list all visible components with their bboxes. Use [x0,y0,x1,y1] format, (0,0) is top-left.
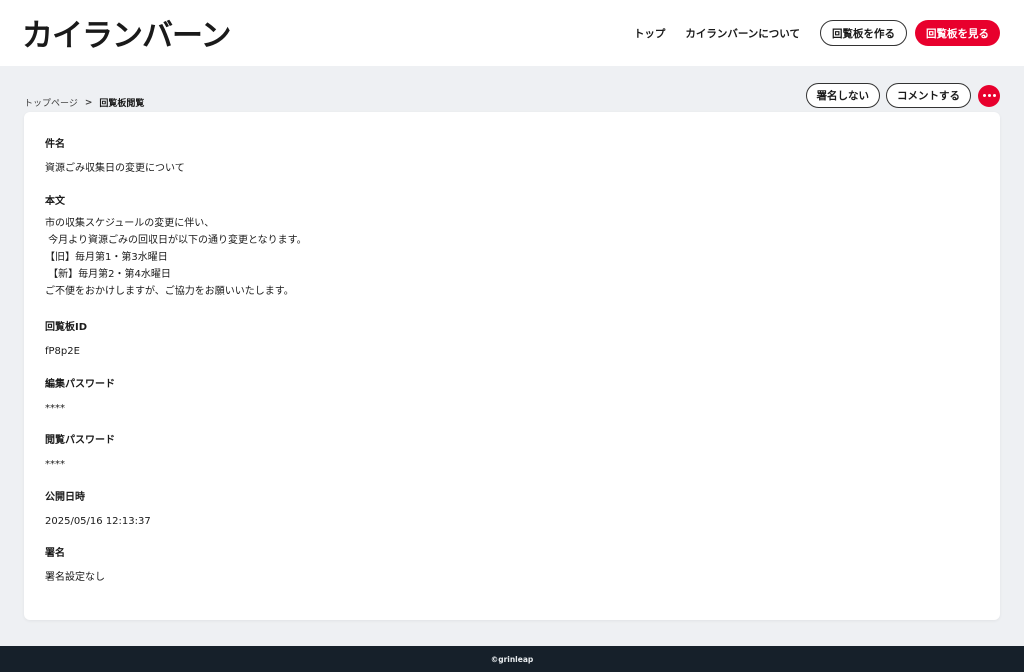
copyright-text: ©grinleap [490,654,534,664]
site-header: カイランバーン トップ カイランバーンについて 回覧板を作る 回覧板を見る [0,0,1024,66]
field-view-password: 閲覧パスワード **** [45,431,115,473]
field-value: fP8p2E [45,346,80,357]
no-sign-button[interactable]: 署名しない [805,83,880,108]
breadcrumb: トップページ > 回覧板閲覧 [24,96,145,110]
field-value: **** [45,459,65,470]
dot [992,94,996,97]
field-value: **** [45,403,65,414]
view-board-button[interactable]: 回覧板を見る [915,20,1000,46]
breadcrumb-home-link[interactable]: トップページ [24,96,78,109]
create-board-button[interactable]: 回覧板を作る [820,20,907,46]
field-signature: 署名 署名設定なし [45,544,105,586]
field-subject: 件名 資源ごみ収集日の変更について [45,135,185,177]
field-board-id: 回覧板ID fP8p2E [45,318,87,360]
field-label: 本文 [45,196,65,207]
breadcrumb-separator: > [84,97,93,108]
nav-link-top[interactable]: トップ [634,26,666,41]
field-label: 公開日時 [45,492,85,503]
field-value: 署名設定なし [45,572,105,583]
field-value: 2025/05/16 12:13:37 [45,516,151,527]
field-published-at: 公開日時 2025/05/16 12:13:37 [45,488,151,530]
field-edit-password: 編集パスワード **** [45,375,115,417]
comment-button[interactable]: コメントする [886,83,971,108]
dot [982,94,986,97]
board-actions: 署名しない コメントする [800,83,1000,108]
field-value: 市の収集スケジュールの変更に伴い、 今月より資源ごみの回収日が以下の通り変更とな… [45,218,307,297]
field-body: 本文 市の収集スケジュールの変更に伴い、 今月より資源ごみの回収日が以下の通り変… [45,192,307,300]
field-label: 署名 [45,548,65,559]
board-detail-card: 件名 資源ごみ収集日の変更について 本文 市の収集スケジュールの変更に伴い、 今… [24,112,1000,620]
breadcrumb-current: 回覧板閲覧 [99,99,145,109]
nav-link-about[interactable]: カイランバーンについて [685,26,800,41]
field-label: 閲覧パスワード [45,435,115,446]
site-logo[interactable]: カイランバーン [22,10,231,55]
field-label: 件名 [45,139,65,150]
dot [987,94,991,97]
ellipsis-icon[interactable] [978,84,1000,107]
field-label: 編集パスワード [45,379,115,390]
field-label: 回覧板ID [45,322,88,333]
main-nav: トップ カイランバーンについて 回覧板を作る 回覧板を見る [634,20,1000,46]
field-value: 資源ごみ収集日の変更について [45,163,185,174]
site-footer: ©grinleap [0,646,1024,672]
